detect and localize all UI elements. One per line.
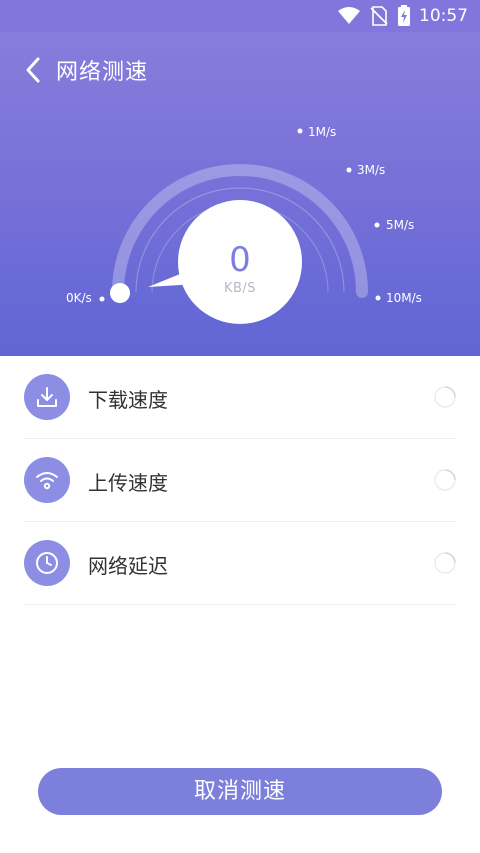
scale-label-0: 0K/s	[66, 291, 92, 305]
scale-dot	[297, 128, 303, 134]
scale-dot	[374, 222, 380, 228]
list-item-label: 上传速度	[88, 471, 168, 495]
cancel-test-button[interactable]: 取消测速	[38, 768, 442, 815]
list-item-label: 网络延迟	[88, 554, 168, 578]
scale-dot	[375, 295, 381, 301]
loading-spinner-icon	[434, 469, 456, 491]
test-list: 下载速度 上传速度 网络延迟	[0, 356, 480, 605]
scale-dot	[99, 296, 105, 302]
list-item-upload: 上传速度	[24, 439, 456, 522]
loading-spinner-icon	[434, 386, 456, 408]
list-item-download: 下载速度	[24, 356, 456, 439]
speed-unit: KB/S	[223, 281, 257, 296]
scale-label-1: 1M/s	[308, 125, 337, 139]
scale-label-3: 3M/s	[357, 163, 386, 177]
scale-dot	[346, 167, 352, 173]
scale-label-5: 5M/s	[386, 218, 415, 232]
loading-spinner-icon	[434, 552, 456, 574]
wifi-icon	[24, 457, 70, 503]
download-icon	[24, 374, 70, 420]
gauge-needle-knob	[110, 283, 130, 303]
scale-label-10: 10M/s	[386, 291, 422, 305]
speed-value: 0	[229, 240, 251, 280]
list-item-latency: 网络延迟	[24, 522, 456, 605]
list-item-label: 下载速度	[88, 388, 168, 412]
clock-icon	[24, 540, 70, 586]
